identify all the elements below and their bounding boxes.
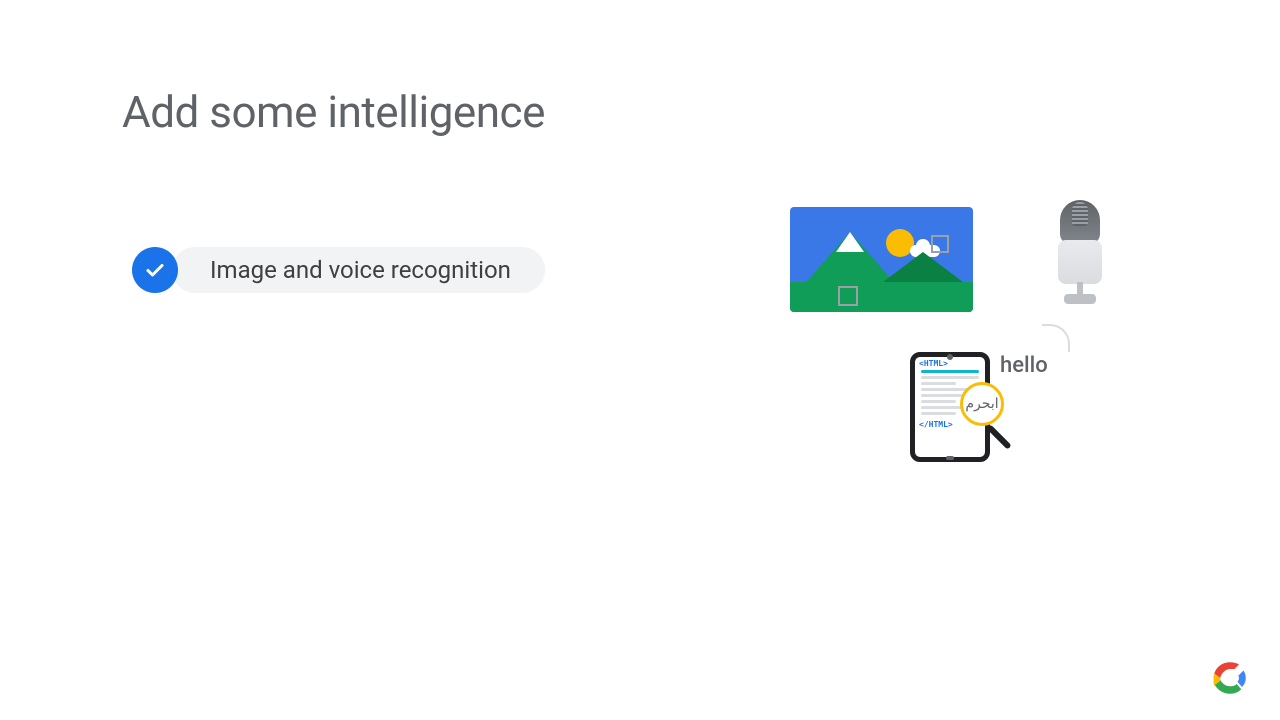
hello-label: hello xyxy=(1000,353,1048,378)
bullet-pill: Image and voice recognition xyxy=(172,247,545,293)
google-cloud-logo-icon xyxy=(1212,660,1248,696)
slide: Add some intelligence Image and voice re… xyxy=(0,0,1280,720)
bullet-row: Image and voice recognition xyxy=(132,247,545,293)
image-recognition-illustration xyxy=(790,207,973,312)
connector-line xyxy=(1042,324,1070,352)
magnifier-icon: ابحرم xyxy=(960,382,1004,426)
arabic-text: ابحرم xyxy=(965,396,998,412)
focus-box-icon xyxy=(838,286,858,306)
bullet-text: Image and voice recognition xyxy=(210,256,511,284)
slide-title: Add some intelligence xyxy=(122,86,545,138)
check-icon xyxy=(132,247,178,293)
translation-illustration: <HTML> </HTML> ابحرم xyxy=(910,352,990,462)
microphone-icon xyxy=(1050,200,1110,312)
html-open-tag: <HTML> xyxy=(915,357,985,368)
focus-box-icon xyxy=(931,235,949,253)
